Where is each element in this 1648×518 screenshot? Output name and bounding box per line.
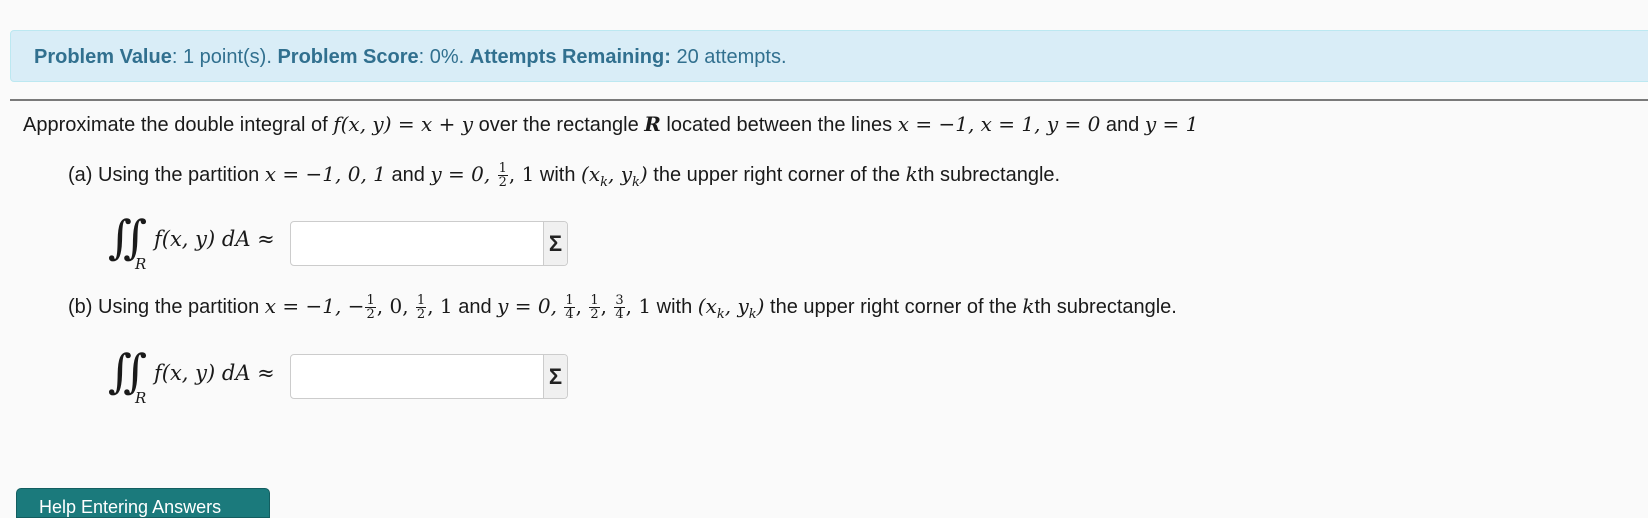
region-symbol: R [644,112,661,136]
part-a-y-tail: , 1 [508,162,535,186]
part-b-y-partition: y = 0, [497,294,564,318]
part-b-x-tail: , 1 [427,294,453,318]
part-a-y-partition: y = 0, [430,162,497,186]
double-integral-icon: ∬ [108,210,148,264]
fraction-one-half: 12 [589,293,600,323]
fraction-one-half: 12 [415,293,427,323]
problem-score-text: : 0%. [418,46,470,68]
part-b-x-mid: , 0, [376,294,415,318]
integral-expression: f(x, y) dA ≈ [154,227,275,251]
help-entering-answers-button[interactable]: Help Entering Answers [16,488,270,518]
part-a-and: and [385,164,431,186]
equation-editor-a-button[interactable]: Σ [543,222,567,265]
equation-editor-b-button[interactable]: Σ [543,355,567,398]
part-b-kth-text: th subrectangle. [1034,296,1177,318]
function-expression: f(x, y) = x + y [333,112,474,136]
part-b-x-partition: x = −1, − [264,294,365,318]
statement-text: Approximate the double integral of [23,114,334,136]
divider [10,99,1648,101]
part-a-statement: (a) Using the partition x = −1, 0, 1 and… [68,162,1060,190]
integral-region: R [135,389,147,407]
sample-point: (xk, yk) [697,294,765,322]
statement-text: located between the lines [660,114,898,136]
integral-region: R [135,255,147,273]
answer-b-input[interactable] [291,355,543,398]
part-b-statement: (b) Using the partition x = −1, −1 2, 0, … [68,293,1177,323]
boundary-line-last: y = 1 [1144,112,1199,136]
k-symbol: k [1022,294,1035,318]
problem-info-bar: Problem Value: 1 point(s). Problem Score… [10,30,1648,82]
sample-point: (xk, yk) [581,162,648,190]
part-a-x-partition: x = −1, 0, 1 [264,162,386,186]
problem-score-label: Problem Score [277,46,419,68]
sigma-icon: Σ [548,230,563,256]
answer-b-field: Σ [290,354,568,399]
integral-expression: f(x, y) dA ≈ [154,361,275,385]
fraction-one-half: 12 [497,161,508,191]
part-b-with: with [651,296,698,318]
attempts-remaining-text: 20 attempts. [670,46,787,68]
attempts-remaining-label: Attempts Remaining: [469,46,671,68]
statement-text: over the rectangle [473,114,645,136]
statement-text: and [1100,114,1145,136]
problem-value-text: : 1 point(s). [171,46,278,68]
part-a-tail: the upper right corner of the [647,164,906,186]
part-a-lead: (a) Using the partition [68,164,265,186]
fraction-one-half: 12 [365,293,376,323]
part-b-and: and [452,296,498,318]
boundary-lines: x = −1, x = 1, y = 0 [897,112,1101,136]
part-b-lead: (b) Using the partition [68,296,265,318]
part-a-kth-text: th subrectangle. [917,164,1061,186]
answer-a-field: Σ [290,221,568,266]
k-symbol: k [905,162,918,186]
part-b-y-tail: , 1 [625,294,652,318]
fraction-three-quarters: 34 [614,293,625,323]
problem-value-label: Problem Value [34,46,172,68]
answer-a-input[interactable] [291,222,543,265]
part-b-tail: the upper right corner of the [764,296,1023,318]
fraction-one-quarter: 14 [564,293,575,323]
part-a-with: with [534,164,582,186]
double-integral-icon: ∬ [108,344,148,398]
sigma-icon: Σ [548,363,563,389]
problem-statement: Approximate the double integral of f(x, … [23,112,1198,137]
help-button-label: Help Entering Answers [39,497,222,517]
